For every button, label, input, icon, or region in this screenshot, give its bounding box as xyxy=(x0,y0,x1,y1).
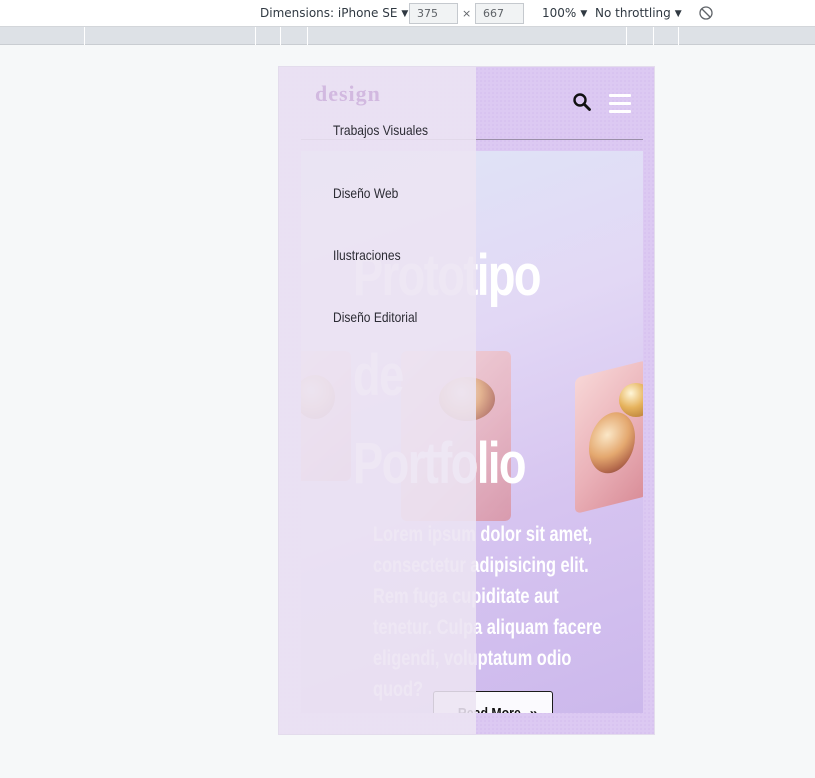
chevron-down-icon: ▼ xyxy=(401,9,409,19)
chevron-down-icon: ▼ xyxy=(580,9,588,19)
zoom-label: 100% xyxy=(542,6,577,20)
nav-item-trabajos-visuales[interactable]: Trabajos Visuales xyxy=(333,122,428,138)
ruler-mark xyxy=(678,27,679,45)
device-dimensions-dropdown[interactable]: Dimensions: iPhone SE ▼ xyxy=(260,6,408,20)
ruler-mark xyxy=(280,27,281,45)
throttling-label: No throttling xyxy=(595,6,671,20)
devtools-toolbar: Dimensions: iPhone SE ▼ 375 × 667 100% ▼ N… xyxy=(0,0,815,27)
site-logo[interactable]: design xyxy=(315,81,387,113)
rotate-icon[interactable] xyxy=(698,5,714,21)
nav-item-diseno-web[interactable]: Diseño Web xyxy=(333,185,398,201)
times-separator: × xyxy=(462,7,472,20)
height-input[interactable]: 667 xyxy=(475,3,524,24)
width-input[interactable]: 375 xyxy=(409,3,458,24)
media-query-ruler xyxy=(0,27,815,45)
ruler-mark xyxy=(653,27,654,45)
ruler-mark xyxy=(626,27,627,45)
nav-item-ilustraciones[interactable]: Ilustraciones xyxy=(333,247,401,263)
nav-item-diseno-editorial[interactable]: Diseño Editorial xyxy=(333,309,417,325)
device-dimensions-label: Dimensions: iPhone SE xyxy=(260,6,398,20)
hamburger-menu-icon[interactable] xyxy=(609,94,632,114)
chevron-down-icon: ▼ xyxy=(674,9,682,19)
throttling-dropdown[interactable]: No throttling ▼ xyxy=(595,6,682,20)
search-icon[interactable] xyxy=(572,92,592,112)
double-chevron-right-icon: » xyxy=(530,705,539,713)
zoom-dropdown[interactable]: 100% ▼ xyxy=(542,6,587,20)
ruler-mark xyxy=(84,27,85,45)
side-nav-panel: design Trabajos Visuales Diseño Web Ilus… xyxy=(279,67,476,734)
ruler-mark xyxy=(307,27,308,45)
device-viewport: Prototipo de Portfolio Lorem ipsum dolor… xyxy=(278,66,655,735)
ruler-mark xyxy=(255,27,256,45)
